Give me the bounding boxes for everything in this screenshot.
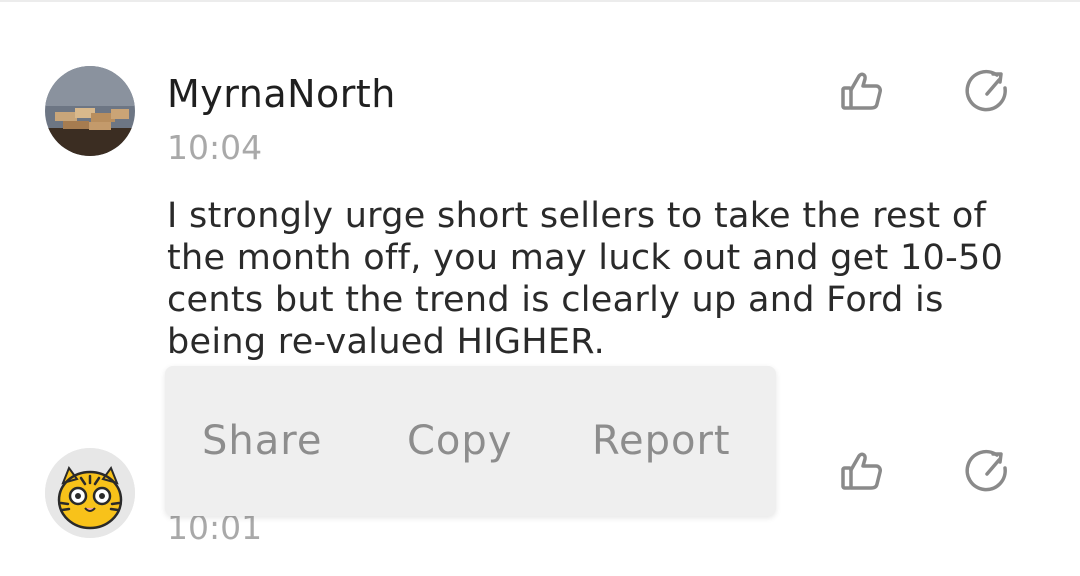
report-menu-item[interactable]: Report [592, 418, 731, 464]
reply-icon[interactable] [963, 68, 1011, 116]
avatar[interactable] [45, 448, 135, 538]
comment-text: I strongly urge short sellers to take th… [167, 196, 1004, 362]
thumbs-up-icon[interactable] [838, 68, 886, 116]
timestamp: 10:04 [167, 128, 263, 167]
share-menu-item[interactable]: Share [202, 418, 322, 464]
tiger-avatar [45, 448, 135, 538]
wood-blocks-photo [45, 66, 135, 156]
top-divider [0, 0, 1080, 2]
reply-icon[interactable] [963, 448, 1011, 496]
context-menu: Share Copy Report [165, 366, 776, 516]
avatar[interactable] [45, 66, 135, 156]
username[interactable]: MyrnaNorth [167, 72, 396, 116]
copy-menu-item[interactable]: Copy [407, 418, 512, 464]
thumbs-up-icon[interactable] [838, 448, 886, 496]
